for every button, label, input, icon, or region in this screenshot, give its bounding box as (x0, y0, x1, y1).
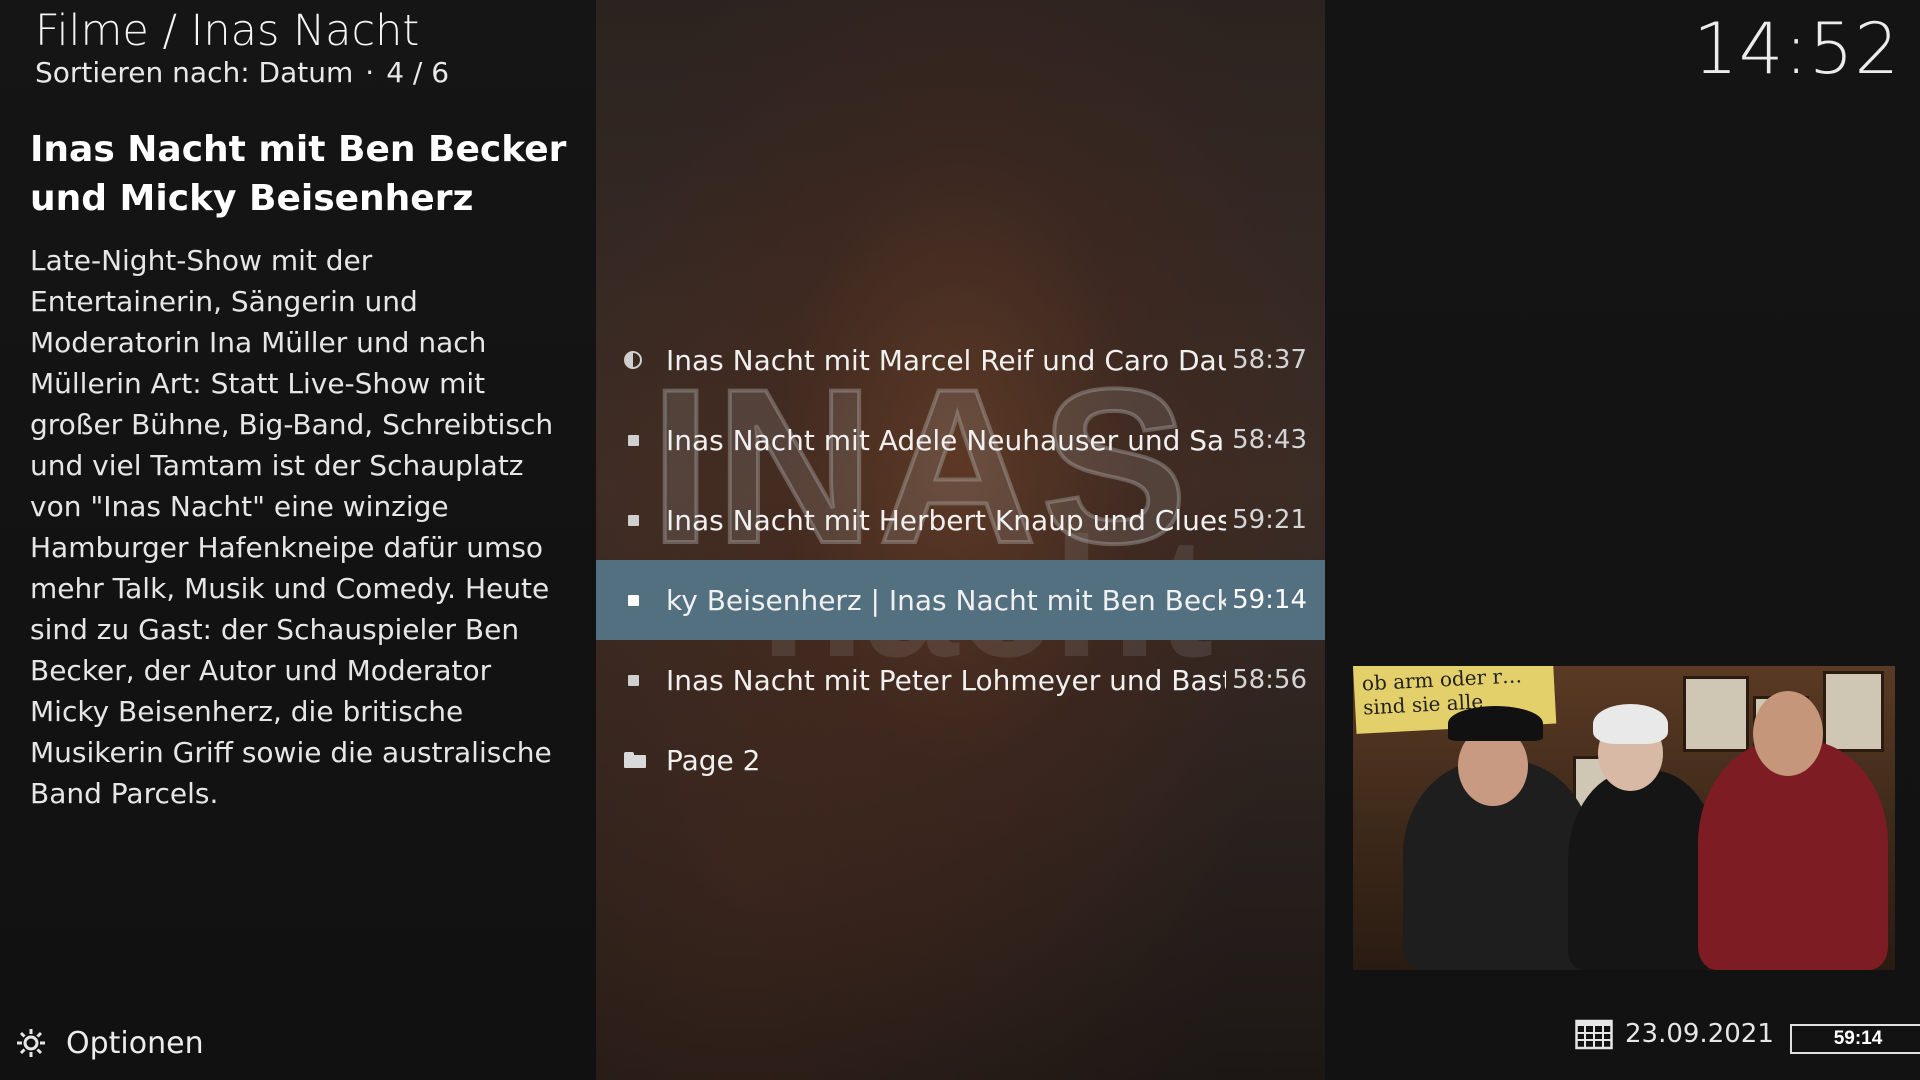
in-progress-icon (624, 351, 642, 369)
episode-title: Inas Nacht mit Peter Lohmeyer und Bastia… (666, 663, 1226, 697)
hat (1448, 706, 1543, 741)
breadcrumb-title: Filme / Inas Nacht (35, 6, 420, 56)
wall-picture (1683, 676, 1749, 752)
item-plot: Late-Night-Show mit der Entertainerin, S… (30, 244, 554, 810)
episode-thumbnail: ob arm oder r… sind sie alle (1353, 666, 1895, 970)
unwatched-icon (624, 431, 642, 449)
options-label: Optionen (66, 1025, 204, 1061)
options-button[interactable]: Optionen (14, 1020, 204, 1066)
host-hair (1593, 704, 1668, 744)
gear-icon (17, 1029, 45, 1057)
list-item-page-2[interactable]: Page 2 (596, 720, 1325, 800)
episode-title: Inas Nacht mit Herbert Knaup und Clueso (666, 503, 1226, 537)
sort-separator: · (365, 56, 375, 89)
episode-duration: 58:37 (1232, 345, 1307, 375)
episode-list: Inas Nacht mit Marcel Reif und Caro Daur… (596, 320, 1325, 800)
folder-title: Page 2 (666, 743, 761, 777)
list-item[interactable]: Inas Nacht mit Marcel Reif und Caro Daur… (596, 320, 1325, 400)
unwatched-icon (624, 591, 642, 609)
list-item[interactable]: Inas Nacht mit Peter Lohmeyer und Bastia… (596, 640, 1325, 720)
episode-duration: 59:21 (1232, 505, 1307, 535)
list-position: 4 / 6 (386, 56, 450, 89)
calendar-icon (1575, 1019, 1613, 1050)
list-item[interactable]: Inas Nacht mit Herbert Knaup und Clueso … (596, 480, 1325, 560)
date-text: 23.09.2021 (1625, 1019, 1774, 1049)
episode-duration: 58:43 (1232, 425, 1307, 455)
list-item-focused[interactable]: ky Beisenherz | Inas Nacht mit Ben Becke… (596, 560, 1325, 640)
episode-title: Inas Nacht mit Adele Neuhauser und Sarah… (666, 423, 1226, 457)
list-item[interactable]: Inas Nacht mit Adele Neuhauser und Sarah… (596, 400, 1325, 480)
folder-icon (624, 751, 646, 769)
aired-date: 23.09.2021 (1575, 1018, 1774, 1050)
unwatched-icon (624, 511, 642, 529)
episode-title: Inas Nacht mit Marcel Reif und Caro Daur (666, 343, 1226, 377)
clock: 14:52 (1693, 8, 1900, 90)
sort-label: Sortieren nach: Datum (35, 56, 354, 89)
duration-badge: 59:14 (1790, 1024, 1920, 1054)
host-figure (1568, 770, 1718, 970)
wall-picture (1823, 671, 1884, 752)
episode-duration: 58:56 (1232, 665, 1307, 695)
sort-info: Sortieren nach: Datum · 4 / 6 (35, 56, 449, 89)
episode-duration: 59:14 (1232, 585, 1307, 615)
episode-title: ky Beisenherz | Inas Nacht mit Ben Becke… (666, 583, 1226, 617)
item-title: Inas Nacht mit Ben Becker und Micky Beis… (30, 129, 567, 219)
unwatched-icon (624, 671, 642, 689)
guest-head (1753, 691, 1823, 776)
